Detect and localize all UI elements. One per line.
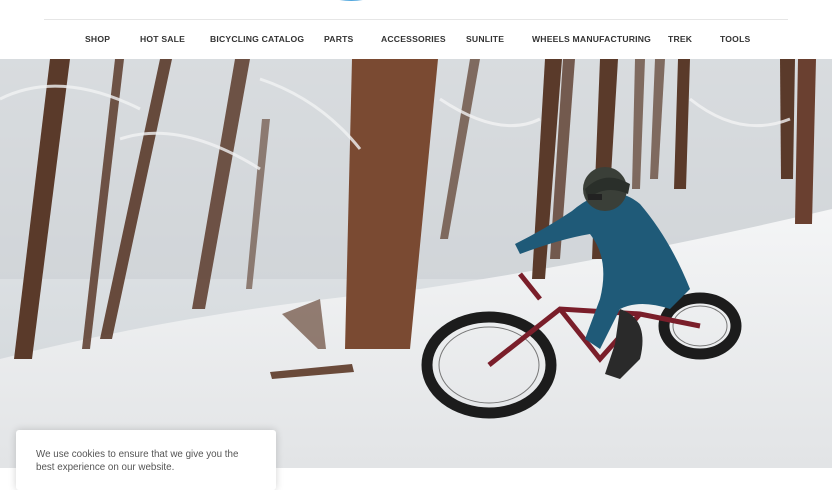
nav-item-shop[interactable]: SHOP bbox=[85, 34, 110, 44]
site-header: SHOP HOT SALE BICYCLING CATALOG PARTS AC… bbox=[0, 0, 832, 59]
nav-item-trek[interactable]: TREK bbox=[668, 34, 692, 44]
nav-item-tools[interactable]: TOOLS bbox=[720, 34, 750, 44]
main-nav: SHOP HOT SALE BICYCLING CATALOG PARTS AC… bbox=[0, 20, 832, 59]
nav-item-hot-sale[interactable]: HOT SALE bbox=[140, 34, 185, 44]
cookie-banner: We use cookies to ensure that we give yo… bbox=[16, 430, 276, 490]
logo[interactable] bbox=[300, 0, 540, 12]
hero-photo bbox=[0, 59, 832, 468]
hero-banner-image bbox=[0, 59, 832, 468]
nav-item-wheels-manufacturing[interactable]: WHEELS MANUFACTURING bbox=[532, 34, 651, 44]
nav-item-parts[interactable]: PARTS bbox=[324, 34, 354, 44]
nav-item-sunlite[interactable]: SUNLITE bbox=[466, 34, 504, 44]
nav-item-bicycling-catalog[interactable]: BICYCLING CATALOG bbox=[210, 34, 304, 44]
nav-item-accessories[interactable]: ACCESSORIES bbox=[381, 34, 446, 44]
cookie-banner-text: We use cookies to ensure that we give yo… bbox=[36, 449, 239, 473]
